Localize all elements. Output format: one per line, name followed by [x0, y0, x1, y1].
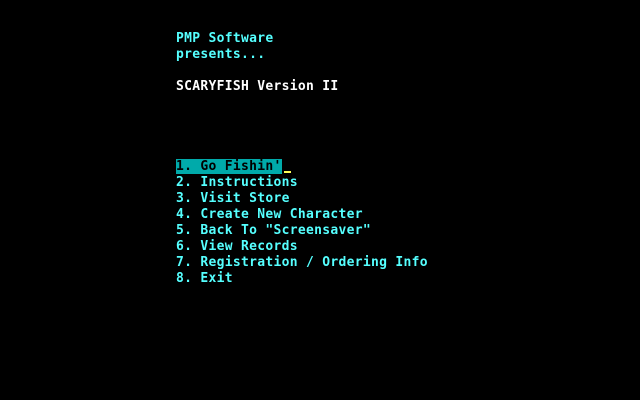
menu-item-create-character[interactable]: 4. Create New Character	[176, 207, 363, 223]
publisher-text: PMP Software	[176, 31, 274, 46]
text-cursor-icon	[283, 171, 291, 173]
dos-screen: PMP Software presents... SCARYFISH Versi…	[0, 0, 640, 400]
game-title: SCARYFISH Version II	[176, 79, 339, 94]
menu-item-visit-store[interactable]: 3. Visit Store	[176, 191, 290, 207]
menu-item-screensaver[interactable]: 5. Back To "Screensaver"	[176, 223, 371, 239]
menu-item-registration[interactable]: 7. Registration / Ordering Info	[176, 255, 428, 271]
menu-item-exit[interactable]: 8. Exit	[176, 271, 233, 287]
menu-item-instructions[interactable]: 2. Instructions	[176, 175, 298, 191]
menu-item-go-fishin[interactable]: 1. Go Fishin'	[176, 159, 291, 175]
presents-text: presents...	[176, 47, 266, 62]
menu-item-label: 1. Go Fishin'	[176, 159, 282, 174]
menu-item-view-records[interactable]: 6. View Records	[176, 239, 298, 255]
